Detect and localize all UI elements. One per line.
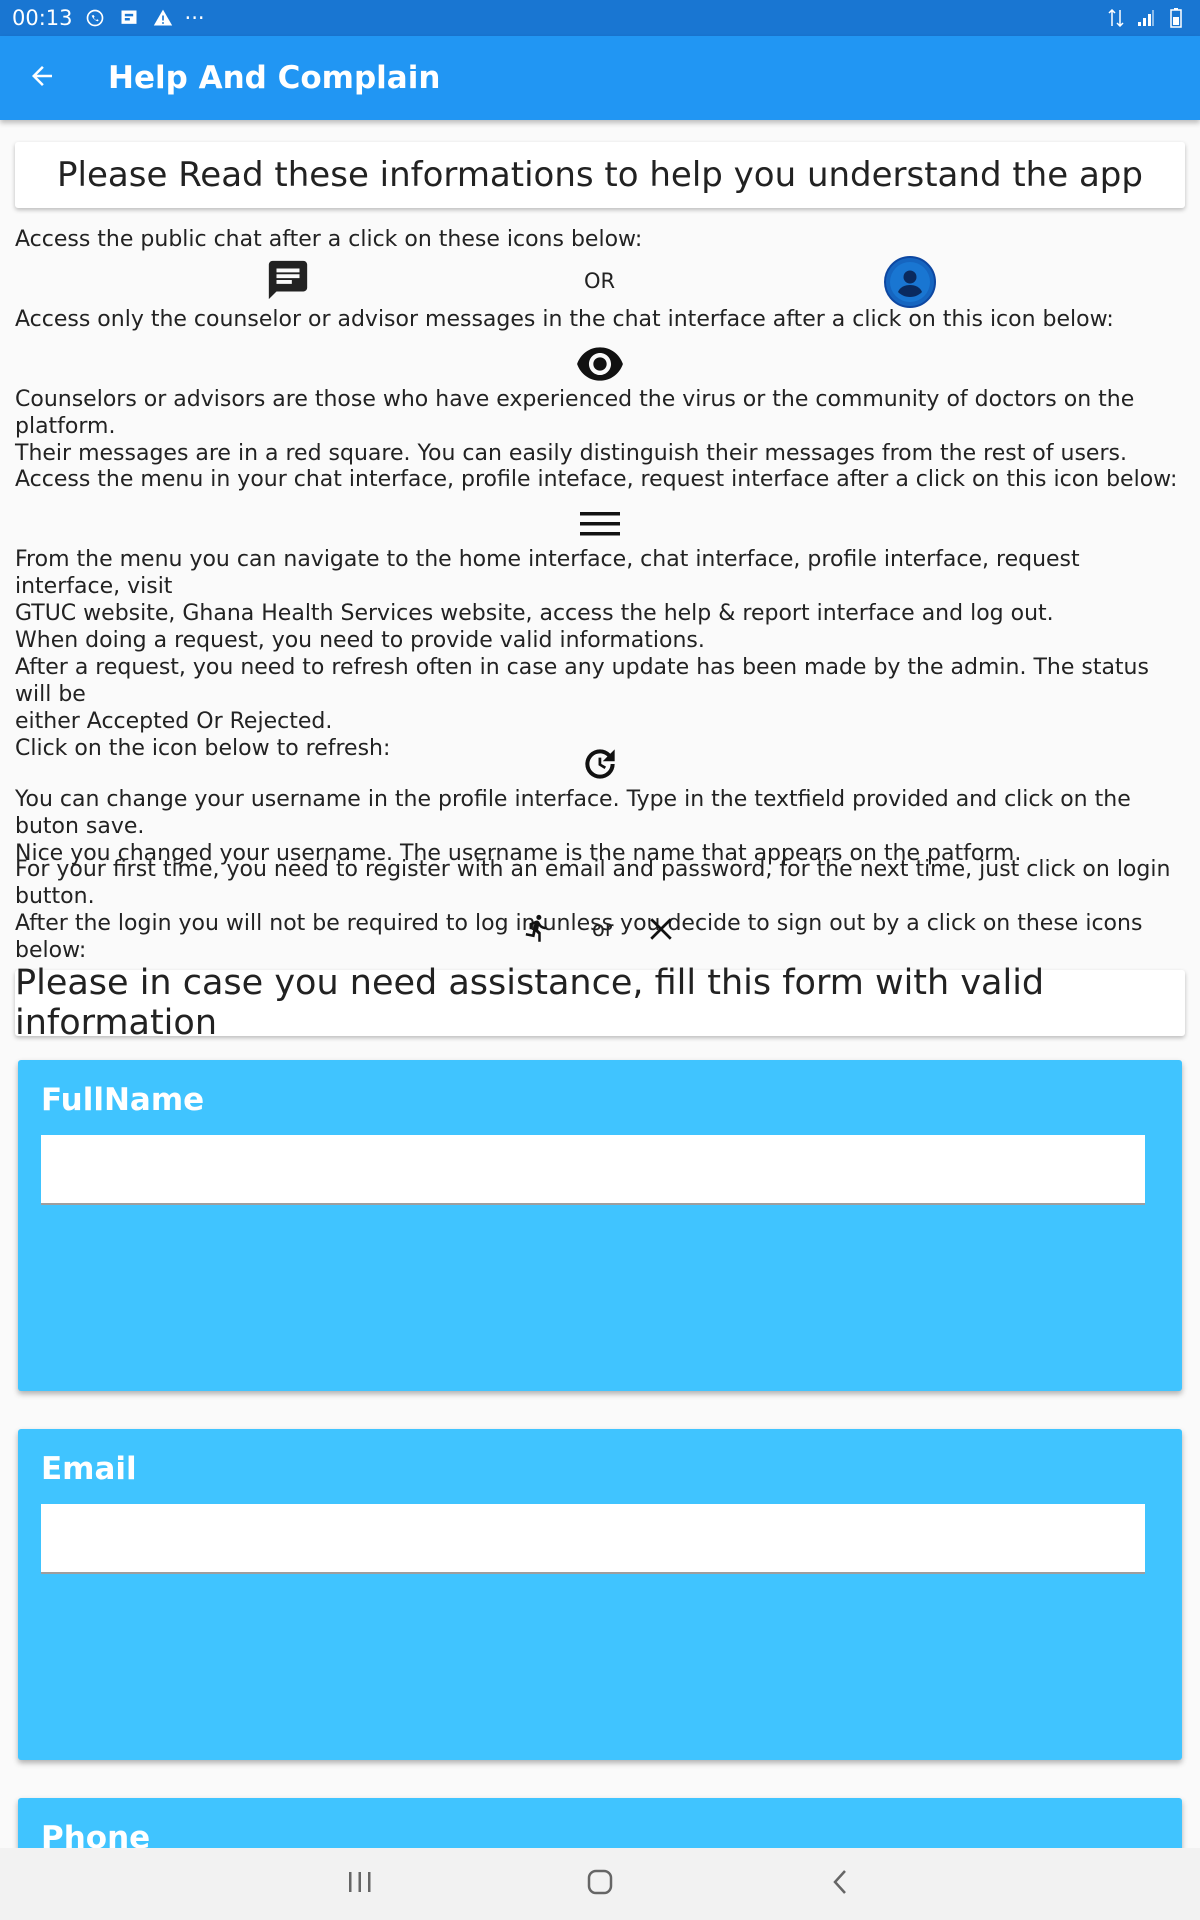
menu-icon [576,504,624,544]
nav-back-button[interactable] [800,1854,880,1914]
back-icon [830,1868,850,1900]
running-exit-icon [520,910,554,946]
form-heading-card: Please in case you need assistance, fill… [15,963,1185,1043]
arrow-back-icon [27,61,57,95]
recent-apps-icon [346,1870,374,1898]
email-label: Email [41,1451,137,1487]
info-heading-card: Please Read these informations to help y… [15,142,1185,208]
or-label-upper: OR [584,269,616,293]
info-paragraph-menu-navigation: From the menu you can navigate to the ho… [15,547,1080,626]
phone-card: Phone [18,1798,1182,1848]
info-paragraph-login: For your first time, you need to registe… [15,857,1171,963]
battery-icon [1164,6,1188,30]
whatsapp-icon [83,6,107,30]
home-button[interactable] [560,1854,640,1914]
info-paragraph-menu: Access the menu in your chat interface, … [15,467,1178,492]
status-right [1104,6,1188,30]
close-icon [644,912,678,946]
help-content: Please Read these informations to help y… [0,120,1200,1848]
warning-icon [151,6,175,30]
notification-icon [117,6,141,30]
refresh-icon [576,740,624,788]
eye-icon [574,342,626,386]
home-icon [586,1868,614,1900]
system-nav-bar [0,1848,1200,1920]
page-title: Help And Complain [108,60,441,96]
status-time: 00:13 [12,6,73,30]
info-paragraph-public-chat: Access the public chat after a click on … [15,227,643,252]
more-notifications-icon: ··· [184,6,205,30]
fullname-card: FullName [18,1060,1182,1391]
app-bar: Help And Complain [0,36,1200,120]
back-button[interactable] [0,36,84,120]
fullname-label: FullName [41,1082,205,1118]
or-label-lower: or [592,917,614,941]
recent-apps-button[interactable] [320,1854,400,1914]
profile-icon [882,254,938,310]
signal-icon [1134,6,1158,30]
status-bar: 00:13 ··· [0,0,1200,36]
chat-icon [264,256,312,304]
info-paragraph-counselor-messages: Access only the counselor or advisor mes… [15,307,1114,332]
data-icon [1104,6,1128,30]
info-heading: Please Read these informations to help y… [57,155,1143,195]
phone-label: Phone [41,1820,151,1848]
email-card: Email [18,1429,1182,1760]
info-paragraph-username: You can change your username in the prof… [15,787,1131,866]
info-paragraph-counselors: Counselors or advisors are those who hav… [15,387,1135,466]
fullname-input[interactable] [41,1135,1145,1205]
status-left: 00:13 ··· [12,6,205,30]
email-input[interactable] [41,1504,1145,1574]
form-heading: Please in case you need assistance, fill… [15,963,1045,1043]
